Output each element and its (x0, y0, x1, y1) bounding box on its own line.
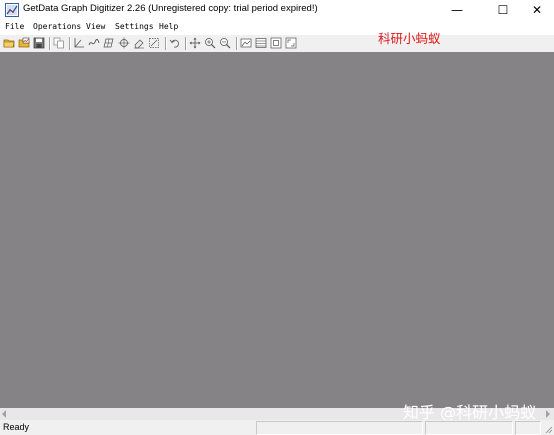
move-icon[interactable] (188, 36, 202, 50)
title-bar[interactable]: GetData Graph Digitizer 2.26 (Unregister… (0, 0, 554, 20)
point-capture-icon[interactable] (117, 36, 131, 50)
resize-grip-icon[interactable] (544, 425, 553, 434)
scroll-right-icon[interactable] (546, 410, 550, 418)
status-bar: Ready (0, 420, 554, 435)
scroll-left-icon[interactable] (2, 410, 6, 418)
toolbar-separator (185, 37, 187, 50)
select-area-icon[interactable] (147, 36, 161, 50)
copy-icon[interactable] (52, 36, 66, 50)
grid-digitize-icon[interactable] (102, 36, 116, 50)
workspace-area[interactable] (0, 52, 554, 408)
minimize-button[interactable]: — (440, 0, 474, 20)
line-digitize-icon[interactable] (87, 36, 101, 50)
zoom-in-icon[interactable] (203, 36, 217, 50)
eraser-icon[interactable] (132, 36, 146, 50)
zoom-out-icon[interactable] (218, 36, 232, 50)
status-pane (515, 421, 541, 435)
toolbar-separator (69, 37, 71, 50)
data-table-icon[interactable] (254, 36, 268, 50)
app-window: GetData Graph Digitizer 2.26 (Unregister… (0, 0, 554, 435)
toolbar-separator (49, 37, 51, 50)
menu-operations[interactable]: Operations (33, 22, 81, 31)
open-image-icon[interactable] (17, 36, 31, 50)
full-size-icon[interactable] (284, 36, 298, 50)
status-pane (425, 421, 513, 435)
menu-bar: File Operations View Settings Help (0, 20, 554, 34)
status-text: Ready (3, 422, 30, 432)
watermark-top: 科研小蚂蚁 (378, 31, 441, 46)
window-title: GetData Graph Digitizer 2.26 (Unregister… (23, 3, 318, 14)
fit-window-icon[interactable] (269, 36, 283, 50)
menu-settings[interactable]: Settings (115, 22, 154, 31)
maximize-button[interactable]: ☐ (486, 0, 520, 20)
menu-file[interactable]: File (5, 22, 24, 31)
save-icon[interactable] (32, 36, 46, 50)
menu-help[interactable]: Help (159, 22, 178, 31)
menu-view[interactable]: View (86, 22, 105, 31)
open-folder-icon[interactable] (2, 36, 16, 50)
undo-icon[interactable] (168, 36, 182, 50)
app-logo-icon (5, 3, 19, 17)
axis-setup-icon[interactable] (72, 36, 86, 50)
image-view-icon[interactable] (239, 36, 253, 50)
status-pane (256, 421, 423, 435)
toolbar (0, 34, 554, 53)
toolbar-separator (165, 37, 167, 50)
close-button[interactable]: ✕ (520, 0, 554, 20)
toolbar-separator (236, 37, 238, 50)
